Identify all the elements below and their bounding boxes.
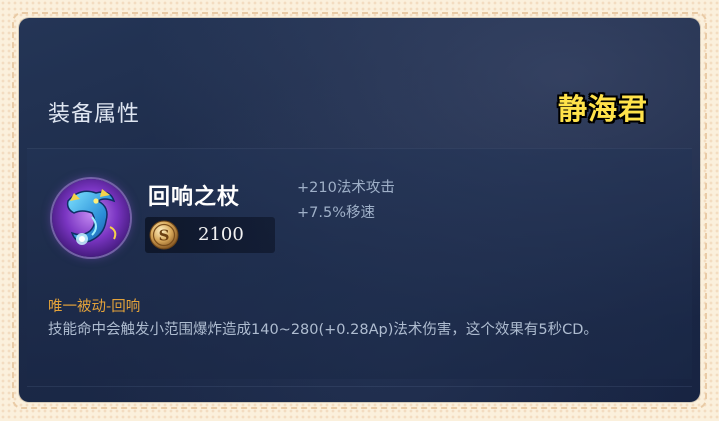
item-stats: +210法术攻击 +7.5%移速: [297, 176, 395, 226]
passive-title: 唯一被动-回响: [48, 299, 141, 315]
svg-text:S: S: [159, 227, 170, 245]
section-title: 装备属性: [48, 102, 141, 127]
stat-move-speed: +7.5%移速: [297, 205, 375, 221]
item-name: 回响之杖: [148, 185, 241, 210]
purple-dragon-staff-icon[interactable]: [52, 179, 130, 257]
equipment-panel: 装备属性 静海君 回响之杖 S 2100 +210法术攻击 +7.5%移速 唯一…: [19, 18, 700, 402]
item-price: 2100: [198, 224, 244, 245]
author-watermark: 静海君: [557, 92, 648, 126]
passive-description: 技能命中会触发小范围爆炸造成140~280(+0.28Ap)法术伤害，这个效果有…: [48, 322, 598, 338]
item-card: 回响之杖 S 2100 +210法术攻击 +7.5%移速 唯一被动-回响 技能命…: [27, 148, 692, 387]
gold-coin-icon: S: [149, 220, 179, 250]
stat-magic-attack: +210法术攻击: [297, 180, 395, 196]
price-box: S 2100: [145, 217, 275, 253]
